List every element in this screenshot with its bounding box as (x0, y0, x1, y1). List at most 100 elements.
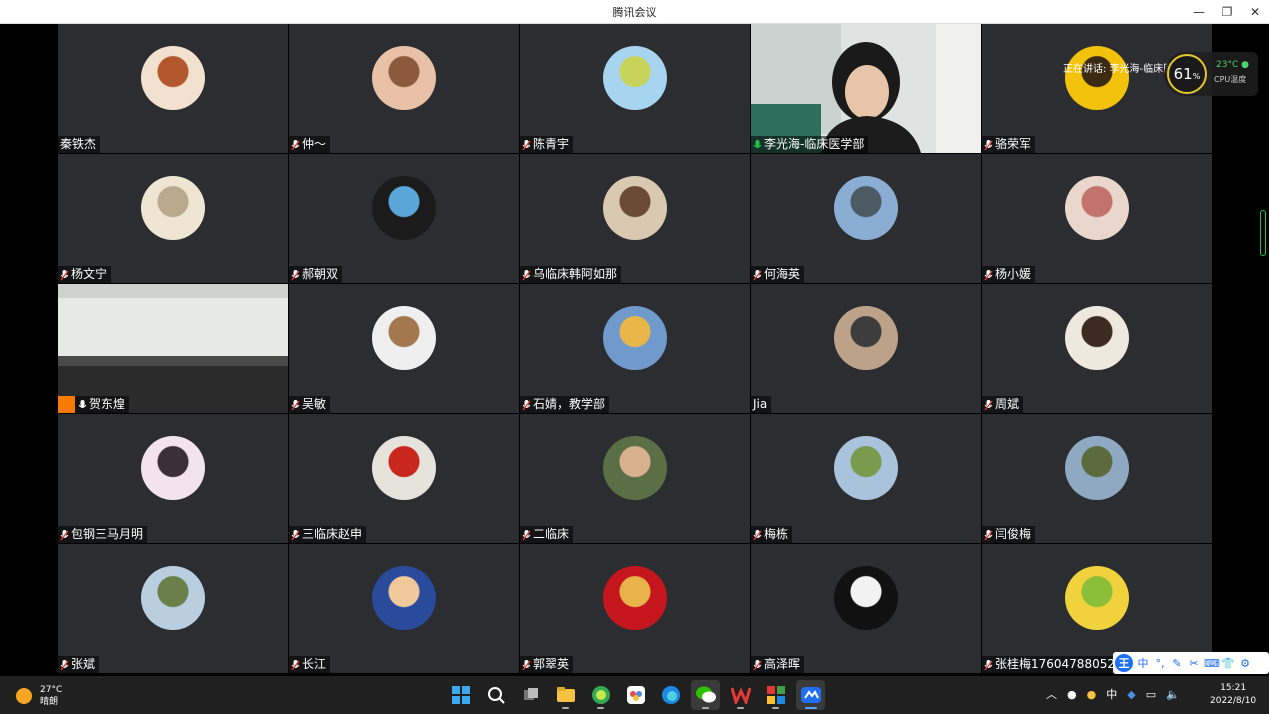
ime-punctuation-icon[interactable]: °, (1153, 657, 1167, 670)
participant-tile[interactable]: 郭翠英 (520, 544, 750, 673)
mic-muted-icon (522, 139, 531, 151)
restore-icon[interactable]: ❐ (1213, 0, 1241, 24)
participant-name: 郝朝双 (302, 267, 339, 281)
participant-name-label: 张桂梅17604788052 (982, 656, 1119, 673)
avatar (834, 436, 898, 500)
network-icon[interactable]: ▭ (1146, 688, 1156, 701)
app-store-button[interactable] (761, 680, 790, 710)
participant-tile[interactable]: 杨小媛 (982, 154, 1212, 283)
participant-tile[interactable]: 吴敏 (289, 284, 519, 413)
participant-tile[interactable]: 二临床 (520, 414, 750, 543)
folder-icon (556, 687, 575, 702)
task-view-button[interactable] (516, 680, 545, 710)
participant-name: 包钢三马月明 (71, 527, 144, 541)
participant-name-label: 何海英 (751, 266, 805, 283)
participant-tile[interactable]: 长江 (289, 544, 519, 673)
cpu-percent-unit: % (1192, 72, 1201, 81)
participant-name: 骆荣军 (995, 137, 1032, 151)
chevron-up-icon[interactable]: ︿ (1046, 686, 1057, 702)
app-tray-icon[interactable]: ● (1087, 688, 1097, 701)
participant-tile[interactable]: 贺东煌 (58, 284, 288, 413)
ime-toolbar[interactable]: 王 中 °, ✎ ✂ ⌨ 👕 ⚙ (1113, 652, 1269, 674)
running-indicator (737, 707, 744, 709)
mic-muted-icon (522, 269, 531, 281)
weather-widget[interactable]: 27°C 晴朗 (16, 684, 62, 708)
participant-name: 吴敏 (302, 397, 327, 411)
avatar (1065, 176, 1129, 240)
cpu-monitor-widget[interactable]: 61% 23°C ● CPU温度 (1164, 52, 1258, 96)
participant-name: 乌临床韩阿如那 (533, 267, 618, 281)
participant-tile[interactable]: 仲～ (289, 24, 519, 153)
participant-tile[interactable]: 周斌 (982, 284, 1212, 413)
participant-tile[interactable]: 高泽晖 (751, 544, 981, 673)
participant-name: 仲～ (302, 137, 327, 151)
running-indicator (562, 707, 569, 709)
participant-tile[interactable]: 郝朝双 (289, 154, 519, 283)
participant-name-label: 高泽晖 (751, 656, 805, 673)
participant-tile[interactable]: 三临床赵申 (289, 414, 519, 543)
ime-settings-icon[interactable]: ⚙ (1238, 657, 1252, 670)
participant-name: 陈青宇 (533, 137, 570, 151)
wps-button[interactable] (726, 680, 755, 710)
ime-skin-icon[interactable]: 👕 (1221, 657, 1235, 670)
avatar (834, 566, 898, 630)
wps-icon (730, 687, 751, 704)
participant-tile[interactable]: 闫俊梅 (982, 414, 1212, 543)
ime-scissors-icon[interactable]: ✂ (1187, 657, 1201, 670)
ime-pen-icon[interactable]: ✎ (1170, 657, 1184, 670)
file-explorer-button[interactable] (551, 680, 580, 710)
user-icon (58, 396, 75, 413)
participant-name-label: 郭翠英 (520, 656, 574, 673)
avatar (603, 436, 667, 500)
participant-name-label: 张斌 (58, 656, 100, 673)
avatar (1065, 306, 1129, 370)
participant-tile[interactable]: 陈青宇 (520, 24, 750, 153)
participant-tile[interactable]: 张斌 (58, 544, 288, 673)
avatar (372, 436, 436, 500)
ime-keyboard-icon[interactable]: ⌨ (1204, 657, 1220, 670)
participant-name: 石婧，教学部 (533, 397, 606, 411)
participant-name-label: 梅栋 (751, 526, 793, 543)
notification-bell-icon[interactable]: ● (1067, 688, 1077, 701)
participant-tile[interactable]: 梅栋 (751, 414, 981, 543)
minimize-icon[interactable]: — (1185, 0, 1213, 24)
close-icon[interactable]: ✕ (1241, 0, 1269, 24)
participant-name-label: 杨文宁 (58, 266, 112, 283)
search-button[interactable] (481, 680, 510, 710)
participant-tile[interactable]: Jia (751, 284, 981, 413)
wechat-button[interactable] (691, 680, 720, 710)
edge-icon (661, 686, 680, 704)
participant-tile[interactable]: 乌临床韩阿如那 (520, 154, 750, 283)
mic-muted-icon (753, 269, 762, 281)
participant-tile[interactable]: 石婧，教学部 (520, 284, 750, 413)
avatar (141, 176, 205, 240)
participant-tile[interactable]: 李光海-临床医学部 (751, 24, 981, 153)
participant-tile[interactable]: 秦铁杰 (58, 24, 288, 153)
mic-muted-icon (984, 139, 993, 151)
participant-name-label: 二临床 (520, 526, 574, 543)
participant-tile[interactable]: 杨文宁 (58, 154, 288, 283)
participant-name-label: 闫俊梅 (982, 526, 1036, 543)
participant-name: 杨文宁 (71, 267, 108, 281)
tencent-meeting-button[interactable] (796, 680, 825, 710)
taskbar-clock[interactable]: 15:21 2022/8/10 (1210, 682, 1256, 708)
security-shield-icon[interactable]: ◆ (1127, 688, 1135, 701)
mic-muted-icon (78, 399, 87, 410)
start-button[interactable] (446, 680, 475, 710)
video-feed (751, 24, 981, 153)
participant-name: 秦铁杰 (60, 137, 97, 151)
edge-browser-button[interactable] (656, 680, 685, 710)
avatar (1065, 46, 1129, 110)
cpu-usage-ring: 61% (1167, 54, 1207, 94)
ime-lang-toggle[interactable]: 中 (1136, 655, 1150, 671)
ime-language-indicator[interactable]: 中 (1106, 686, 1117, 702)
photos-button[interactable] (621, 680, 650, 710)
side-scroll-handle[interactable] (1260, 210, 1266, 256)
browser-360-button[interactable] (586, 680, 615, 710)
volume-icon[interactable]: 🔈 (1166, 688, 1180, 701)
participant-tile[interactable]: 何海英 (751, 154, 981, 283)
ime-logo-icon[interactable]: 王 (1115, 654, 1133, 672)
participant-tile[interactable]: 包钢三马月明 (58, 414, 288, 543)
avatar (372, 566, 436, 630)
cpu-percent: 61 (1173, 65, 1193, 83)
